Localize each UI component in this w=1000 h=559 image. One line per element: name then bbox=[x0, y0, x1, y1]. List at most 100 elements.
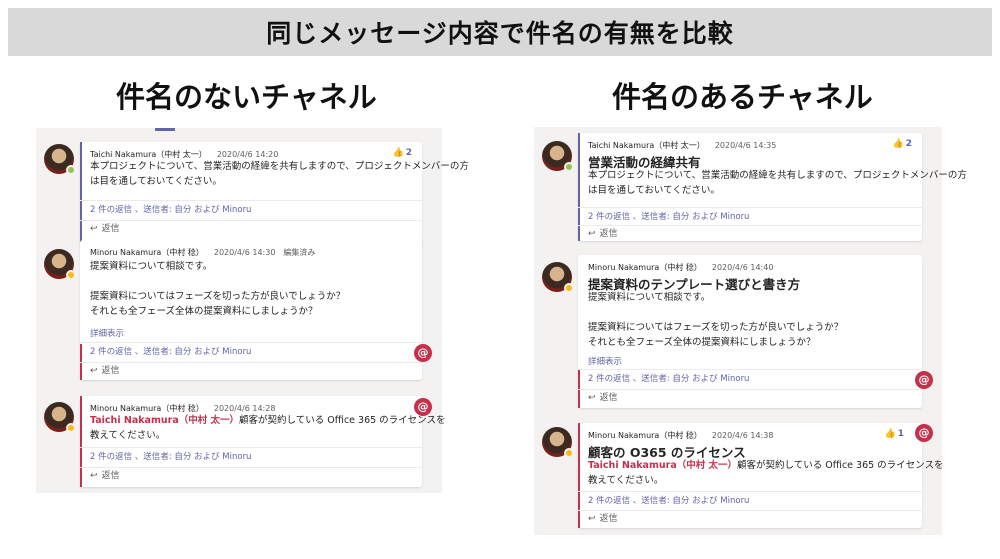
reply-button[interactable]: ↩ 返信 bbox=[80, 362, 422, 380]
message-body: Taichi Nakamura（中村 太一）顧客が契約している Office 3… bbox=[588, 458, 944, 488]
message-card[interactable]: Minoru Nakamura（中村 稔） 2020/4/6 14:28 Taic… bbox=[80, 396, 446, 487]
message-meta: Minoru Nakamura（中村 稔） 2020/4/6 14:40 bbox=[588, 262, 781, 273]
tab-indicator bbox=[155, 128, 175, 131]
reply-arrow-icon: ↩ bbox=[588, 393, 596, 403]
message-body: 提案資料について相談です。 提案資料についてはフェーズを切った方が良いでしょうか… bbox=[588, 290, 843, 350]
message-body: 本プロジェクトについて、営業活動の経緯を共有しますので、プロジェクトメンバーの方… bbox=[90, 159, 469, 189]
replies-link[interactable]: 2 件の返信 、送信者: 自分 および Minoru bbox=[80, 447, 422, 467]
reply-label: 返信 bbox=[101, 366, 120, 376]
presence-away-icon bbox=[66, 423, 76, 433]
reply-button[interactable]: ↩ 返信 bbox=[578, 225, 922, 243]
message-body: 本プロジェクトについて、営業活動の経緯を共有しますので、プロジェクトメンバーの方… bbox=[588, 168, 967, 198]
author-name[interactable]: Taichi Nakamura（中村 太一） bbox=[588, 141, 705, 150]
at-mention-icon: @ bbox=[414, 344, 432, 362]
author-name[interactable]: Minoru Nakamura（中村 稔） bbox=[90, 404, 204, 413]
reply-label: 返信 bbox=[599, 514, 618, 524]
message-meta: Minoru Nakamura（中村 稔） 2020/4/6 14:38 bbox=[588, 430, 781, 441]
channel-without-subject: Taichi Nakamura（中村 太一） 2020/4/6 14:20 👍 2 … bbox=[36, 128, 469, 493]
show-more-link[interactable]: 詳細表示 bbox=[588, 355, 622, 367]
presence-available-icon bbox=[66, 165, 76, 175]
reply-arrow-icon: ↩ bbox=[90, 471, 98, 481]
message-card[interactable]: Minoru Nakamura（中村 稔） 2020/4/6 14:38 👍 1 顧… bbox=[578, 423, 944, 528]
message-body: 提案資料について相談です。 提案資料についてはフェーズを切った方が良いでしょうか… bbox=[90, 259, 345, 319]
reply-arrow-icon: ↩ bbox=[90, 366, 98, 376]
page-title: 同じメッセージ内容で件名の有無を比較 bbox=[266, 19, 734, 48]
avatar[interactable] bbox=[542, 141, 574, 172]
replies-link[interactable]: 2 件の返信 、送信者: 自分 および Minoru bbox=[578, 491, 922, 511]
body-text: 顧客が契約している Office 365 のライセンスを bbox=[239, 415, 446, 426]
author-name[interactable]: Minoru Nakamura（中村 稔） bbox=[90, 248, 204, 257]
reply-arrow-icon: ↩ bbox=[588, 514, 596, 524]
reaction-like[interactable]: 👍 1 bbox=[885, 429, 904, 439]
replies-link[interactable]: 2 件の返信 、送信者: 自分 および Minoru bbox=[80, 342, 422, 362]
reply-arrow-icon: ↩ bbox=[90, 224, 98, 234]
timestamp: 2020/4/6 14:30 bbox=[213, 248, 276, 257]
body-line: 本プロジェクトについて、営業活動の経緯を共有しますので、プロジェクトメンバーの方 bbox=[588, 170, 967, 181]
left-heading: 件名のないチャネル bbox=[116, 80, 377, 114]
reply-label: 返信 bbox=[599, 229, 618, 239]
right-heading: 件名のあるチャネル bbox=[612, 80, 873, 114]
message-card[interactable]: Minoru Nakamura（中村 稔） 2020/4/6 14:40 提案資料… bbox=[578, 255, 922, 408]
like-count: 2 bbox=[905, 139, 912, 149]
timestamp: 2020/4/6 14:40 bbox=[711, 263, 774, 272]
reply-button[interactable]: ↩ 返信 bbox=[578, 389, 922, 407]
timestamp: 2020/4/6 14:20 bbox=[216, 150, 279, 159]
like-count: 1 bbox=[897, 429, 904, 439]
reply-button[interactable]: ↩ 返信 bbox=[80, 467, 422, 485]
replies-link[interactable]: 2 件の返信 、送信者: 自分 および Minoru bbox=[80, 200, 422, 220]
mention-name[interactable]: Taichi Nakamura（中村 太一） bbox=[588, 460, 737, 471]
reaction-like[interactable]: 👍 2 bbox=[393, 148, 412, 158]
thumbs-up-icon: 👍 bbox=[392, 148, 404, 158]
body-line: は目を通しておいてください。 bbox=[90, 176, 222, 187]
reply-label: 返信 bbox=[101, 471, 120, 481]
timestamp: 2020/4/6 14:28 bbox=[213, 404, 276, 413]
timestamp: 2020/4/6 14:35 bbox=[714, 141, 777, 150]
author-name[interactable]: Minoru Nakamura（中村 稔） bbox=[588, 431, 702, 440]
body-line: 提案資料についてはフェーズを切った方が良いでしょうか？ bbox=[588, 322, 844, 333]
avatar[interactable] bbox=[542, 427, 574, 458]
body-line: 提案資料について相談です。 bbox=[588, 292, 711, 303]
avatar[interactable] bbox=[44, 144, 76, 175]
thumbs-up-icon: 👍 bbox=[884, 429, 896, 439]
replies-link[interactable]: 2 件の返信 、送信者: 自分 および Minoru bbox=[578, 369, 922, 389]
message-body: Taichi Nakamura（中村 太一）顧客が契約している Office 3… bbox=[90, 413, 446, 443]
thumbs-up-icon: 👍 bbox=[892, 139, 904, 149]
body-line: 教えてください。 bbox=[588, 475, 664, 486]
avatar[interactable] bbox=[44, 402, 76, 433]
presence-away-icon bbox=[564, 283, 574, 293]
title-banner: 同じメッセージ内容で件名の有無を比較 bbox=[8, 8, 992, 56]
at-mention-icon: @ bbox=[915, 424, 933, 442]
reply-button[interactable]: ↩ 返信 bbox=[80, 220, 422, 238]
reply-arrow-icon: ↩ bbox=[588, 229, 596, 239]
edited-label: 編集済み bbox=[283, 248, 316, 257]
body-line: 本プロジェクトについて、営業活動の経緯を共有しますので、プロジェクトメンバーの方 bbox=[90, 161, 469, 172]
reply-label: 返信 bbox=[101, 224, 120, 234]
replies-link[interactable]: 2 件の返信 、送信者: 自分 および Minoru bbox=[578, 207, 922, 227]
body-line bbox=[90, 274, 345, 289]
reply-button[interactable]: ↩ 返信 bbox=[578, 510, 922, 528]
show-more-link[interactable]: 詳細表示 bbox=[90, 327, 124, 339]
at-mention-icon: @ bbox=[915, 371, 933, 389]
body-line: 提案資料について相談です。 bbox=[90, 261, 213, 272]
timestamp: 2020/4/6 14:38 bbox=[711, 431, 774, 440]
message-card[interactable]: Taichi Nakamura（中村 太一） 2020/4/6 14:35 👍 2 … bbox=[578, 133, 967, 243]
body-line: それとも全フェーズ全体の提案資料にしましょうか？ bbox=[588, 337, 816, 348]
body-line: 教えてください。 bbox=[90, 430, 166, 441]
like-count: 2 bbox=[405, 148, 412, 158]
author-name[interactable]: Taichi Nakamura（中村 太一） bbox=[90, 150, 207, 159]
avatar[interactable] bbox=[542, 262, 574, 293]
body-line: それとも全フェーズ全体の提案資料にしましょうか？ bbox=[90, 306, 318, 317]
reaction-like[interactable]: 👍 2 bbox=[893, 139, 912, 149]
body-line bbox=[588, 305, 843, 320]
message-card[interactable]: Taichi Nakamura（中村 太一） 2020/4/6 14:20 👍 2 … bbox=[80, 142, 469, 246]
presence-away-icon bbox=[66, 270, 76, 280]
body-text: 顧客が契約している Office 365 のライセンスを bbox=[737, 460, 944, 471]
at-mention-icon: @ bbox=[414, 398, 432, 416]
message-card[interactable]: Minoru Nakamura（中村 稔） 2020/4/6 14:30 編集済み … bbox=[80, 240, 422, 380]
author-name[interactable]: Minoru Nakamura（中村 稔） bbox=[588, 263, 702, 272]
reply-label: 返信 bbox=[599, 393, 618, 403]
message-meta: Taichi Nakamura（中村 太一） 2020/4/6 14:35 bbox=[588, 140, 784, 151]
mention-name[interactable]: Taichi Nakamura（中村 太一） bbox=[90, 415, 239, 426]
presence-available-icon bbox=[564, 162, 574, 172]
avatar[interactable] bbox=[44, 249, 76, 280]
